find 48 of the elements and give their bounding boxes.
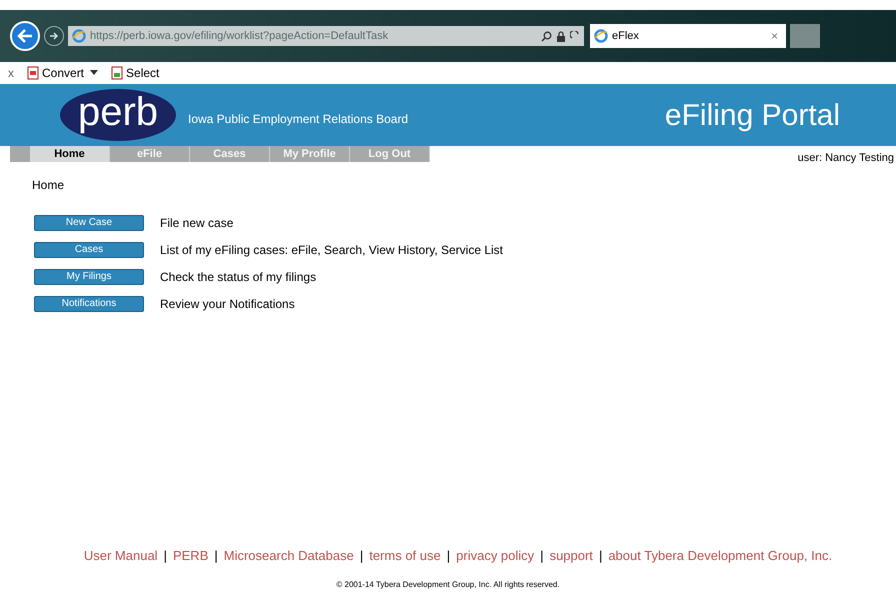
portal-title: eFiling Portal — [664, 98, 840, 134]
footer-link[interactable]: terms of use — [369, 546, 441, 565]
footer-link[interactable]: support — [550, 546, 593, 565]
logo-text: perb — [78, 92, 158, 136]
search-icon — [541, 30, 552, 42]
browser-tab[interactable]: eFlex × — [590, 24, 786, 48]
action-description: File new case — [160, 214, 234, 232]
link-separator: | — [164, 546, 167, 565]
lock-icon — [556, 30, 566, 42]
action-description: List of my eFiling cases: eFile, Search, View History, Service List — [160, 242, 504, 258]
nav-tab[interactable]: Home — [30, 146, 110, 162]
close-toolbar-button[interactable]: x — [8, 64, 14, 82]
refresh-icon — [570, 31, 580, 41]
select-button[interactable]: Select — [126, 64, 160, 82]
link-separator: | — [598, 546, 602, 565]
back-button[interactable] — [10, 21, 40, 51]
document-icon — [26, 66, 40, 80]
action-button[interactable]: Notifications — [34, 296, 144, 312]
address-bar[interactable]: https://perb.iowa.gov/efiling/worklist?pageAction=DefaultTask — [68, 26, 584, 46]
action-description: Review your Notifications — [160, 296, 295, 312]
breadcrumb: Home — [32, 176, 64, 194]
footer-link[interactable]: about Tybera Development Group, Inc. — [608, 546, 832, 565]
footer-link[interactable]: Microsearch Database — [224, 546, 354, 565]
action-description: Check the status of my filings — [160, 268, 316, 286]
url-text: https://perb.iowa.gov/efiling/worklist?pageAction=DefaultTask — [90, 28, 390, 44]
footer-link[interactable]: privacy policy — [456, 546, 534, 565]
copyright-text: © 2001-14 Tybera Development Group, Inc. All rights reserved. — [336, 579, 560, 591]
footer-link[interactable]: PERB — [172, 546, 208, 565]
link-separator: | — [214, 546, 218, 565]
action-button[interactable]: Cases — [34, 242, 144, 258]
organization-name: Iowa Public Employment Relations Board — [188, 111, 408, 128]
tab-title: eFlex — [612, 28, 640, 44]
browser-logo-icon — [72, 29, 86, 43]
document-icon — [110, 66, 124, 80]
footer-link[interactable]: User Manual — [84, 546, 158, 565]
browser-logo-icon — [594, 29, 608, 43]
forward-button[interactable] — [44, 26, 64, 46]
convert-button[interactable]: Convert — [42, 64, 84, 82]
link-separator: | — [360, 546, 364, 565]
action-button[interactable]: My Filings — [34, 268, 144, 284]
back-arrow-icon — [17, 29, 33, 43]
link-separator: | — [446, 546, 450, 565]
dropdown-caret-icon[interactable] — [90, 70, 98, 76]
action-button[interactable]: New Case — [34, 214, 144, 230]
tab-close-button[interactable]: × — [766, 27, 782, 45]
link-separator: | — [540, 546, 544, 565]
user-label: user: Nancy Testing — [798, 151, 894, 166]
forward-arrow-icon — [49, 31, 59, 41]
